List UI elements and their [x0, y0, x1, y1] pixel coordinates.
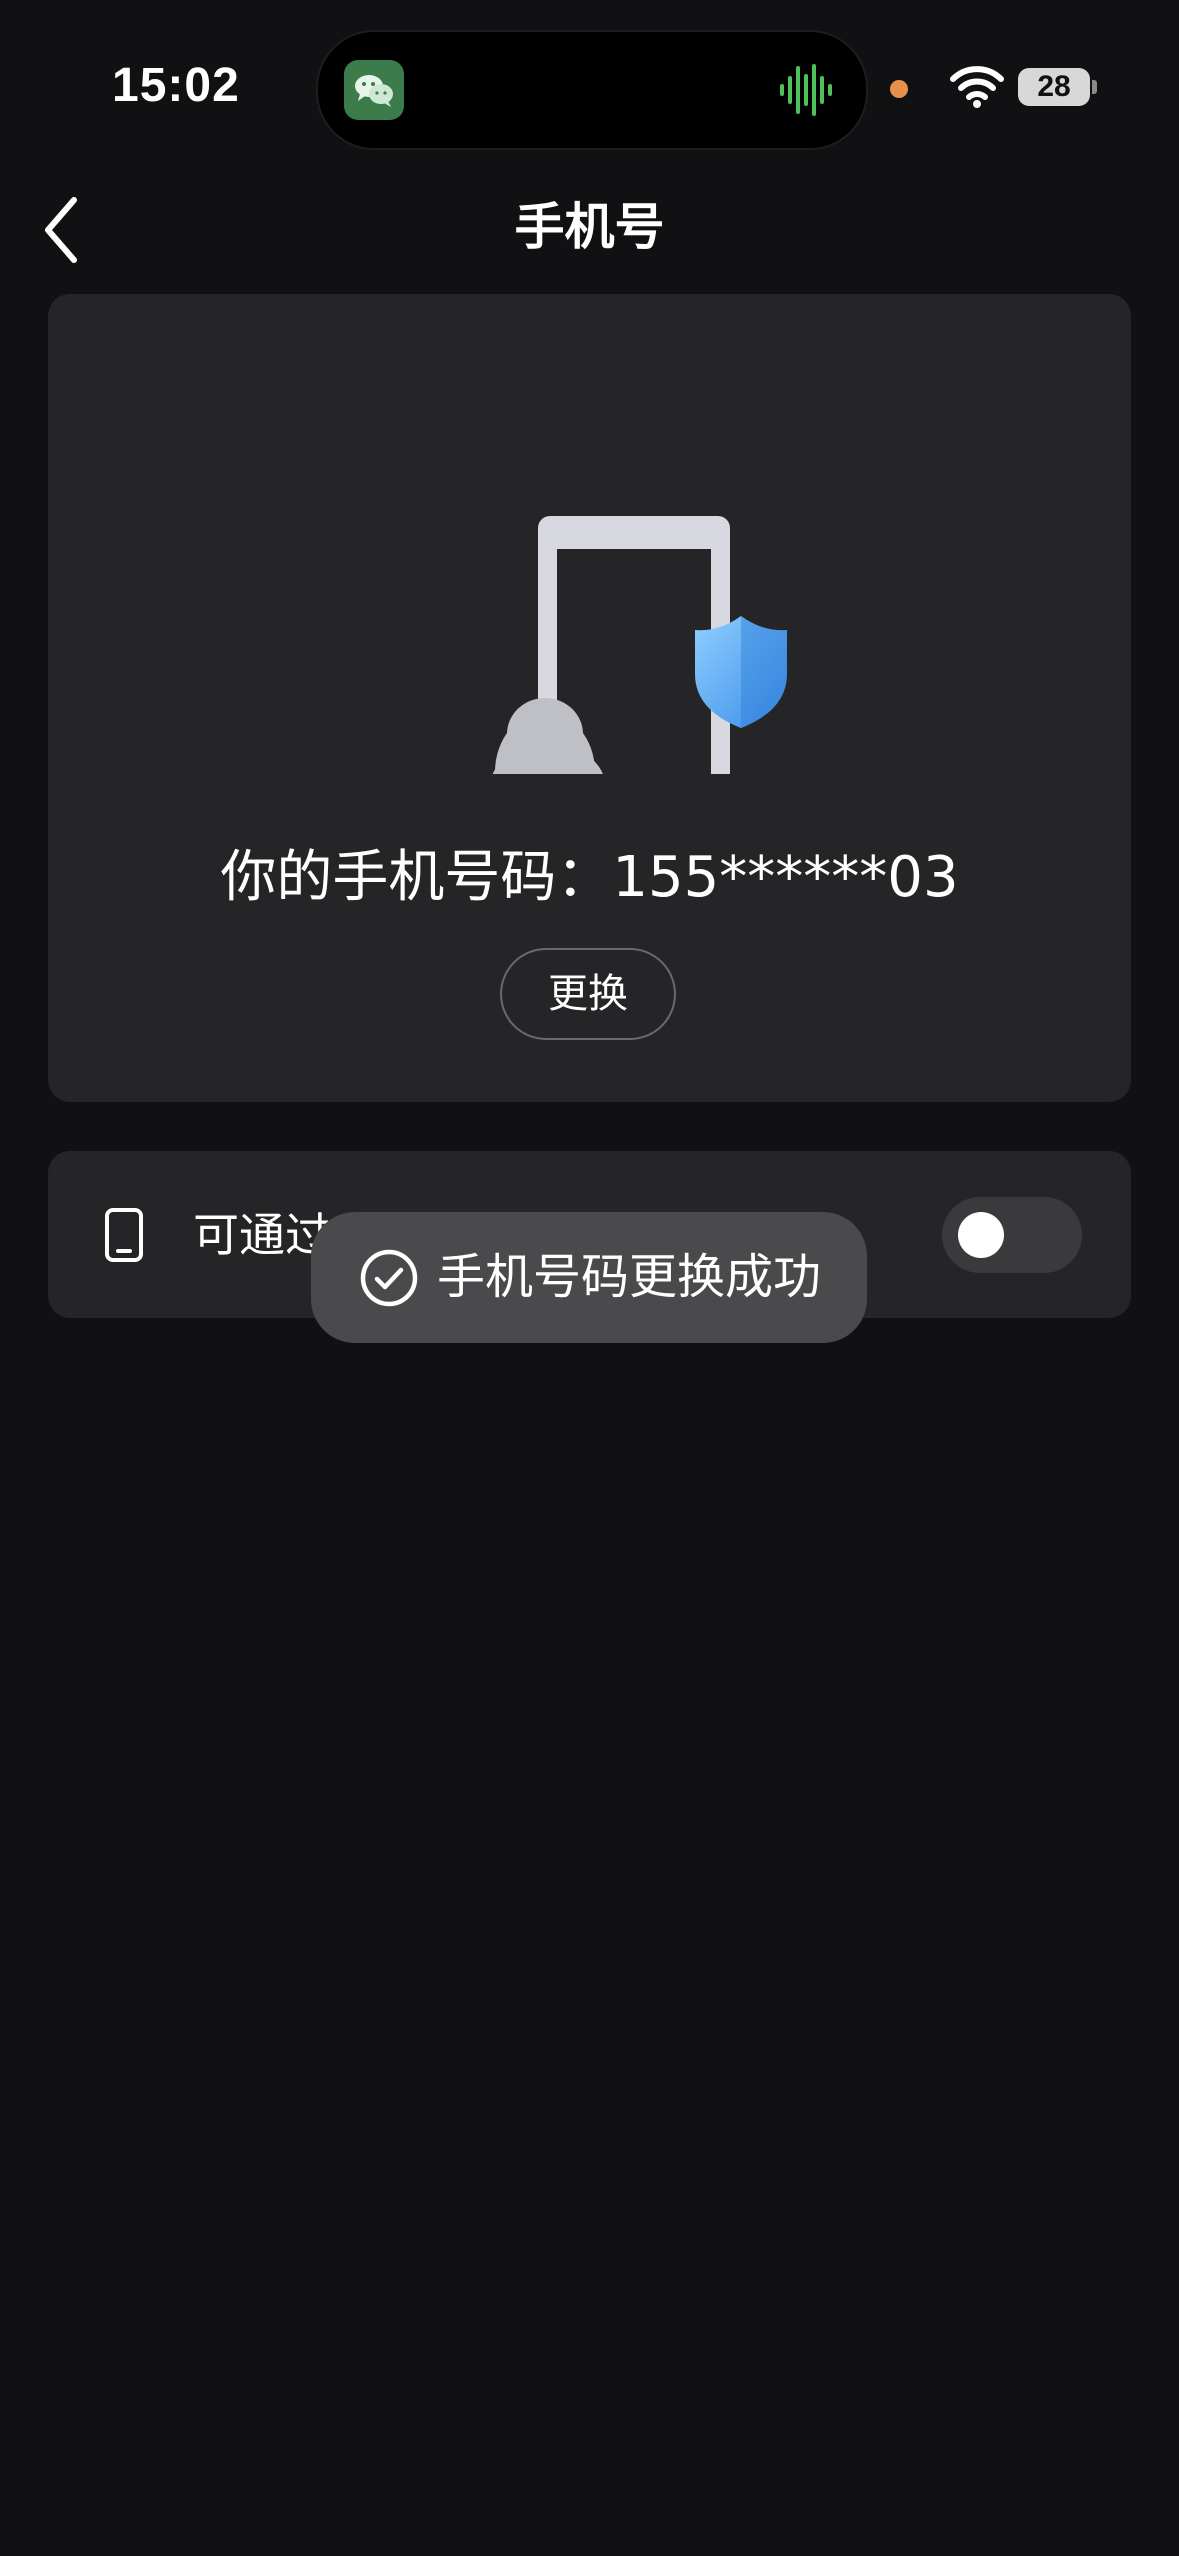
audio-wave-icon — [778, 62, 834, 122]
check-circle-icon — [359, 1248, 419, 1312]
phone-device-icon — [104, 1207, 144, 1267]
wechat-icon[interactable] — [344, 60, 404, 120]
phone-number-card: 你的手机号码：155******03 更换 — [48, 294, 1131, 1102]
success-toast: 手机号码更换成功 — [311, 1212, 867, 1343]
privacy-indicator-dot — [890, 80, 908, 98]
status-time: 15:02 — [112, 59, 240, 112]
change-number-button[interactable]: 更换 — [500, 948, 676, 1040]
battery-tip — [1092, 80, 1097, 94]
wifi-icon — [950, 64, 1004, 112]
phone-search-toggle[interactable] — [942, 1197, 1082, 1273]
toast-message: 手机号码更换成功 — [437, 1249, 822, 1305]
toggle-knob — [958, 1212, 1004, 1258]
phone-shield-penguin-illustration — [423, 394, 803, 840]
page-title: 手机号 — [514, 198, 665, 256]
battery-indicator: 28 — [1018, 68, 1090, 106]
phone-number-text: 你的手机号码：155******03 — [220, 845, 959, 910]
dynamic-island[interactable] — [316, 30, 868, 150]
